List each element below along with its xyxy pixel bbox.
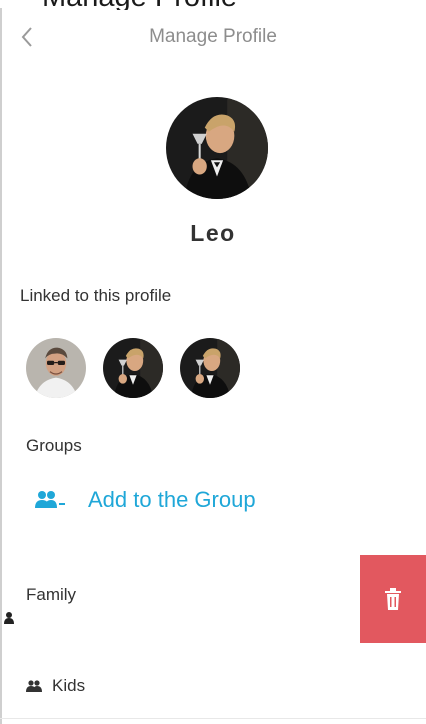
person-icon: [4, 612, 14, 624]
trash-icon: [385, 588, 401, 610]
profile-name: Leo: [190, 220, 236, 246]
page-title: Manage Profile: [149, 26, 277, 47]
group-item-family[interactable]: Family: [26, 585, 76, 605]
linked-avatar-3[interactable]: [180, 338, 240, 398]
left-edge-divider: [0, 8, 2, 724]
linked-avatar-2[interactable]: [103, 338, 163, 398]
add-to-group-label: Add to the Group: [88, 487, 256, 512]
linked-section-label: Linked to this profile: [20, 286, 172, 305]
linked-avatar-1[interactable]: [26, 338, 86, 398]
profile-avatar: [166, 97, 268, 199]
add-to-group-button[interactable]: Add to the Group: [34, 484, 256, 516]
top-clipped-title: Manage Profile: [0, 0, 426, 10]
group-icon: [26, 680, 42, 692]
group-item-kids[interactable]: Kids: [26, 676, 85, 696]
bottom-divider: [0, 718, 426, 719]
add-group-icon: [35, 491, 65, 508]
group-item-kids-label: Kids: [52, 676, 86, 695]
header: Manage Profile: [0, 10, 426, 66]
delete-group-button[interactable]: [360, 555, 426, 643]
groups-section-label: Groups: [26, 436, 82, 455]
